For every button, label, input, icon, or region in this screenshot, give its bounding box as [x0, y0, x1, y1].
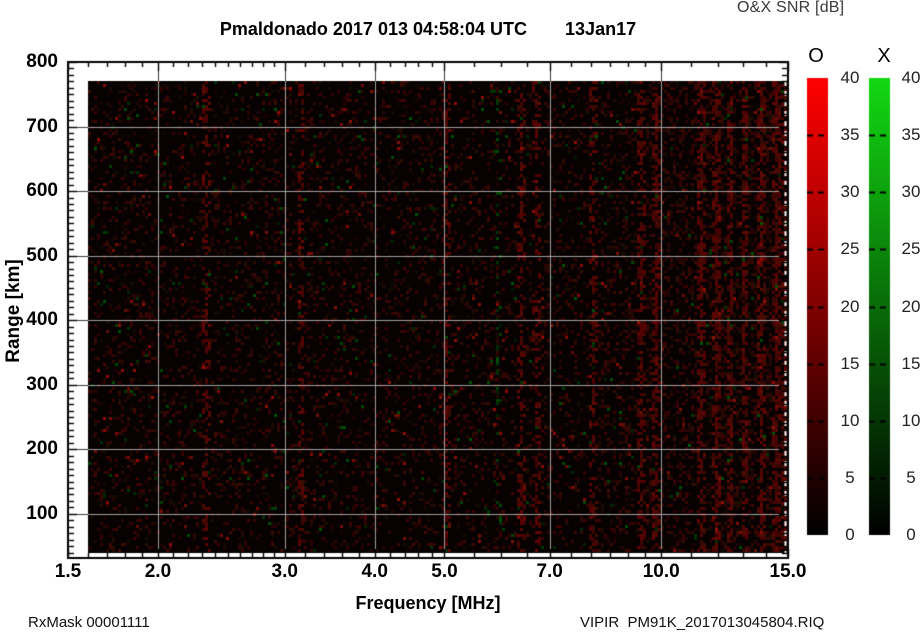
ionogram-plot-canvas	[0, 0, 922, 636]
x-cbar-tick-label-10: 10	[889, 411, 922, 431]
x-tick-label-15.0: 15.0	[758, 562, 818, 582]
x-cbar-tick-label-35: 35	[889, 125, 922, 145]
plot-date: 13Jan17	[565, 19, 636, 40]
x-axis-label: Frequency [MHz]	[68, 593, 788, 614]
o-cbar-tick-label-5: 5	[828, 468, 872, 488]
x-cbar-tick-label-30: 30	[889, 182, 922, 202]
x-tick-label-10.0: 10.0	[631, 562, 691, 582]
x-tick-label-2.0: 2.0	[128, 562, 188, 582]
o-cbar-tick-label-30: 30	[828, 182, 872, 202]
rxmask-label: RxMask 00001111	[28, 614, 150, 631]
y-tick-label-800: 800	[8, 51, 58, 73]
x-tick-label-1.5: 1.5	[38, 562, 98, 582]
plot-title: Pmaldonado 2017 013 04:58:04 UTC	[220, 19, 527, 40]
o-cbar-tick-label-0: 0	[828, 525, 872, 545]
o-cbar-tick-label-10: 10	[828, 411, 872, 431]
x-tick-label-7.0: 7.0	[520, 562, 580, 582]
filename-label: VIPIR PM91K_2017013045804.RIQ	[580, 614, 824, 631]
x-cbar-tick-label-5: 5	[889, 468, 922, 488]
y-tick-label-300: 300	[8, 374, 58, 396]
o-colorbar-label: O	[796, 45, 836, 68]
y-tick-label-500: 500	[8, 245, 58, 267]
ionogram-viewer: O&X SNR [dB] Pmaldonado 2017 013 04:58:0…	[0, 0, 922, 636]
x-cbar-tick-label-40: 40	[889, 68, 922, 88]
x-cbar-tick-label-25: 25	[889, 239, 922, 259]
o-cbar-tick-label-15: 15	[828, 354, 872, 374]
y-tick-label-400: 400	[8, 309, 58, 331]
x-cbar-tick-label-0: 0	[889, 525, 922, 545]
x-tick-label-3.0: 3.0	[255, 562, 315, 582]
o-cbar-tick-label-35: 35	[828, 125, 872, 145]
x-cbar-tick-label-20: 20	[889, 297, 922, 317]
y-tick-label-200: 200	[8, 438, 58, 460]
y-tick-label-700: 700	[8, 116, 58, 138]
title-row: Pmaldonado 2017 013 04:58:04 UTC 13Jan17	[68, 19, 788, 40]
x-tick-label-5.0: 5.0	[414, 562, 474, 582]
snr-units-label: O&X SNR [dB]	[737, 0, 844, 17]
o-cbar-tick-label-20: 20	[828, 297, 872, 317]
o-cbar-tick-label-40: 40	[828, 68, 872, 88]
y-tick-label-600: 600	[8, 180, 58, 202]
x-tick-label-4.0: 4.0	[345, 562, 405, 582]
o-cbar-tick-label-25: 25	[828, 239, 872, 259]
x-colorbar-label: X	[864, 45, 904, 68]
x-cbar-tick-label-15: 15	[889, 354, 922, 374]
y-tick-label-100: 100	[8, 503, 58, 525]
